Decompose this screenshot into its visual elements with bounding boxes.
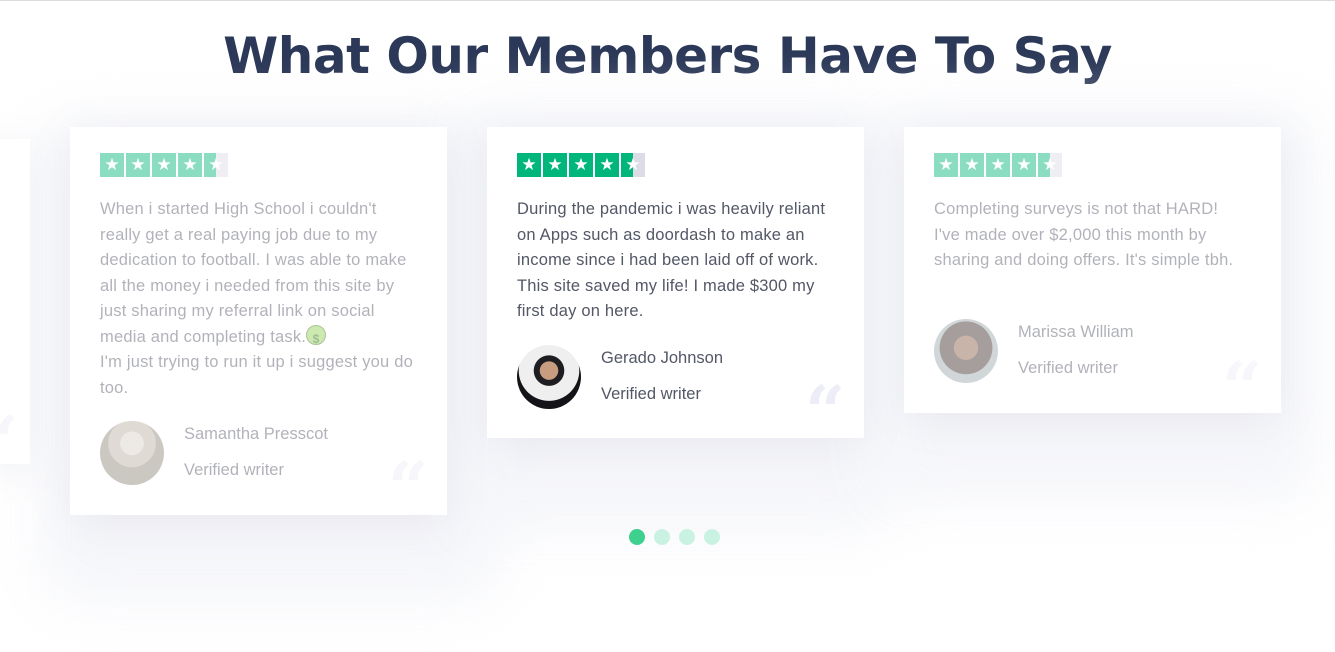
carousel-dot-4[interactable] [704, 529, 720, 545]
author-name: Marissa William [1018, 323, 1134, 341]
quote-mark-icon: “ [805, 370, 846, 453]
carousel-dot-2[interactable] [654, 529, 670, 545]
star-rating: ★ ★ ★ ★ ★ [517, 153, 645, 177]
testimonial-card-active: ★ ★ ★ ★ ★ During the pandemic i was heav… [487, 127, 864, 447]
star-icon: ★ [1012, 153, 1036, 177]
avatar [934, 319, 998, 383]
avatar [100, 421, 164, 485]
half-star-icon: ★ [204, 153, 228, 177]
testimonial-text: Completing surveys is not that HARD! I'v… [934, 200, 1234, 269]
author-role: Verified writer [601, 385, 701, 403]
testimonial-card: ★ ★ ★ ★ ★ Completing surveys is not that… [904, 127, 1281, 423]
section-title: What Our Members Have To Say [223, 27, 1112, 85]
half-star-icon: ★ [1038, 153, 1062, 177]
star-icon: ★ [152, 153, 176, 177]
carousel-dot-3[interactable] [679, 529, 695, 545]
star-rating: ★ ★ ★ ★ ★ [100, 153, 228, 177]
star-icon: ★ [178, 153, 202, 177]
author-role: Verified writer [184, 461, 284, 479]
testimonials-section: What Our Members Have To Say “ ★ ★ ★ ★ ★… [0, 0, 1335, 652]
author-name: Samantha Presscot [184, 425, 328, 443]
star-icon: ★ [960, 153, 984, 177]
carousel-pagination [629, 529, 720, 545]
author-role: Verified writer [1018, 359, 1118, 377]
star-icon: ★ [517, 153, 541, 177]
author-name: Gerado Johnson [601, 349, 724, 367]
star-rating: ★ ★ ★ ★ ★ [934, 153, 1062, 177]
star-icon: ★ [100, 153, 124, 177]
money-mouth-emoji-icon [306, 324, 327, 352]
quote-mark-icon: “ [1222, 346, 1263, 429]
avatar [517, 345, 581, 409]
testimonial-text-part: I'm just trying to run it up i suggest y… [100, 353, 413, 397]
testimonial-text-part: When i started High School i couldn't re… [100, 200, 407, 346]
testimonial-card: ★ ★ ★ ★ ★ When i started High School i c… [70, 127, 447, 523]
testimonial-card-offscreen: “ [0, 139, 30, 477]
star-icon: ★ [569, 153, 593, 177]
half-star-icon: ★ [621, 153, 645, 177]
star-icon: ★ [986, 153, 1010, 177]
star-icon: ★ [126, 153, 150, 177]
testimonial-text: When i started High School i couldn't re… [100, 197, 420, 401]
star-icon: ★ [595, 153, 619, 177]
carousel-dot-1[interactable] [629, 529, 645, 545]
quote-mark-icon: “ [0, 407, 18, 477]
star-icon: ★ [543, 153, 567, 177]
star-icon: ★ [934, 153, 958, 177]
testimonial-text: During the pandemic i was heavily relian… [517, 200, 826, 320]
quote-mark-icon: “ [388, 446, 429, 529]
